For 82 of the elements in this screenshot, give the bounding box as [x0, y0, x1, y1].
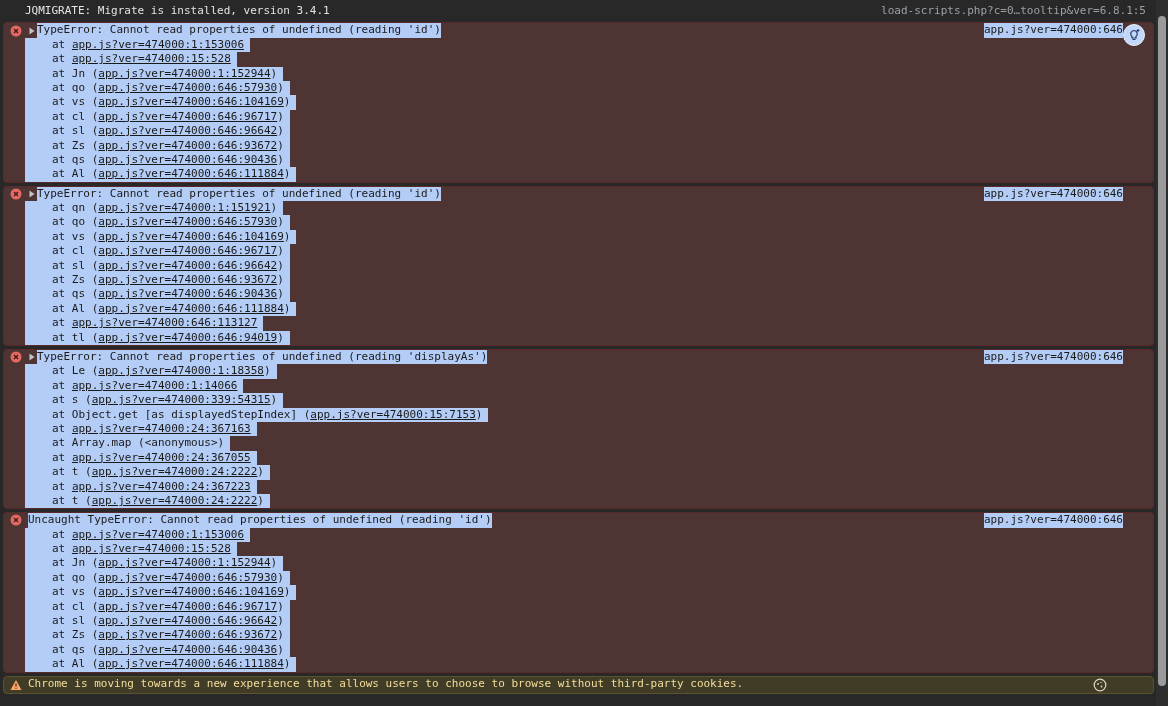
frame-link[interactable]: app.js?ver=474000:646:104169 — [98, 95, 284, 109]
source-link[interactable]: app.js?ver=474000:646 — [983, 513, 1123, 528]
frame-link[interactable]: app.js?ver=474000:15:528 — [71, 52, 231, 66]
frame-link[interactable]: app.js?ver=474000:24:2222 — [91, 493, 258, 507]
frame-link[interactable]: app.js?ver=474000:1:153006 — [71, 527, 245, 541]
frame-link[interactable]: app.js?ver=474000:646:90436 — [98, 642, 278, 656]
stack-frame: at Object.get [as displayedStepIndex] (app.js?ver=474000:15:7153) — [25, 407, 489, 422]
warning-icon — [10, 678, 22, 691]
frame-link[interactable]: app.js?ver=474000:646:111884 — [98, 301, 284, 315]
cookie-icon[interactable] — [1093, 677, 1107, 692]
stack-frame: at Al (app.js?ver=474000:646:111884) — [25, 657, 297, 672]
frame-link[interactable]: app.js?ver=474000:1:151921 — [98, 201, 271, 215]
frame-link[interactable]: app.js?ver=474000:646:93672 — [98, 138, 278, 152]
expand-triangle-icon[interactable] — [28, 26, 36, 35]
frame-link[interactable]: app.js?ver=474000:646:104169 — [98, 229, 284, 243]
stack-frame: at Al (app.js?ver=474000:646:111884) — [25, 167, 297, 182]
frame-link[interactable]: app.js?ver=474000:646:96717 — [98, 599, 278, 613]
frame-link[interactable]: app.js?ver=474000:1:18358 — [98, 364, 264, 378]
source-link[interactable]: load-scripts.php?c=0…tooltip&ver=6.8.1:5 — [881, 4, 1146, 19]
stack-frame: at Array.map (<anonymous>) — [25, 436, 231, 451]
error-icon — [10, 514, 22, 527]
frame-link[interactable]: app.js?ver=474000:646:96717 — [98, 109, 278, 123]
stack-frame: at app.js?ver=474000:15:528 — [25, 542, 237, 557]
frame-link[interactable]: app.js?ver=474000:646:90436 — [98, 287, 278, 301]
stack-frame: at sl (app.js?ver=474000:646:96642) — [25, 124, 290, 139]
stack-frame: at Zs (app.js?ver=474000:646:93672) — [25, 628, 290, 643]
frame-link[interactable]: app.js?ver=474000:1:153006 — [71, 37, 245, 51]
message-text: TypeError: Cannot read properties of undefined (reading 'displayAs') — [37, 350, 488, 365]
frame-link[interactable]: app.js?ver=474000:646:96717 — [98, 244, 278, 258]
frame-link[interactable]: app.js?ver=474000:646:57930 — [98, 80, 278, 94]
frame-link[interactable]: app.js?ver=474000:646:96642 — [98, 258, 278, 272]
message-text: Chrome is moving towards a new experience that allows users to choose to browse without third-party cookies. — [28, 677, 744, 692]
stack-frame: at Zs (app.js?ver=474000:646:93672) — [25, 273, 290, 288]
frame-link[interactable]: app.js?ver=474000:646:93672 — [98, 628, 278, 642]
source-link[interactable]: app.js?ver=474000:646 — [983, 186, 1123, 202]
message-text: TypeError: Cannot read properties of undefined (reading 'id') — [37, 186, 441, 202]
stack-frame: at qo (app.js?ver=474000:646:57930) — [25, 215, 290, 230]
source-link[interactable]: app.js?ver=474000:646 — [983, 350, 1123, 365]
scrollbar[interactable] — [1156, 0, 1168, 706]
message-text: TypeError: Cannot read properties of undefined (reading 'id') — [37, 23, 441, 38]
frame-link[interactable]: app.js?ver=474000:646:90436 — [98, 152, 278, 166]
stack-frame: at vs (app.js?ver=474000:646:104169) — [25, 95, 297, 110]
error-icon — [10, 187, 22, 200]
frame-link[interactable]: app.js?ver=474000:646:111884 — [98, 167, 284, 181]
frame-link[interactable]: app.js?ver=474000:15:528 — [71, 542, 231, 556]
frame-link[interactable]: app.js?ver=474000:646:96642 — [98, 124, 278, 138]
frame-link[interactable]: app.js?ver=474000:24:367055 — [71, 450, 251, 464]
stack-frame: at s (app.js?ver=474000:339:54315) — [25, 393, 284, 408]
frame-link[interactable]: app.js?ver=474000:24:367223 — [71, 479, 251, 493]
frame-link[interactable]: app.js?ver=474000:1:14066 — [71, 378, 238, 392]
frame-link[interactable]: app.js?ver=474000:646:111884 — [98, 657, 284, 671]
frame-link[interactable]: app.js?ver=474000:24:2222 — [91, 465, 258, 479]
stack-frame: at Le (app.js?ver=474000:1:18358) — [25, 364, 277, 379]
frame-link[interactable]: app.js?ver=474000:646:113127 — [71, 316, 258, 330]
frame-link[interactable]: app.js?ver=474000:1:152944 — [98, 66, 271, 80]
frame-link[interactable]: app.js?ver=474000:1:152944 — [98, 556, 271, 570]
frame-link[interactable]: app.js?ver=474000:646:57930 — [98, 215, 278, 229]
stack-frame: at sl (app.js?ver=474000:646:96642) — [25, 614, 290, 629]
frame-link[interactable]: app.js?ver=474000:646:93672 — [98, 273, 278, 287]
frame-link[interactable]: app.js?ver=474000:339:54315 — [91, 393, 271, 407]
error-icon — [10, 24, 22, 37]
message-text: Uncaught TypeError: Cannot read properties of undefined (reading 'id') — [28, 513, 492, 528]
stack-frame: at qs (app.js?ver=474000:646:90436) — [25, 287, 290, 302]
stack-frame: at qn (app.js?ver=474000:1:151921) — [25, 201, 284, 216]
frame-link[interactable]: app.js?ver=474000:24:367163 — [71, 421, 251, 435]
frame-link[interactable]: app.js?ver=474000:646:96642 — [98, 614, 278, 628]
frame-link[interactable]: app.js?ver=474000:646:57930 — [98, 570, 278, 584]
error-icon — [10, 351, 22, 364]
stack-frame: at t (app.js?ver=474000:24:2222) — [25, 465, 270, 480]
stack-frame: at app.js?ver=474000:646:113127 — [25, 316, 264, 331]
log-message: JQMIGRATE: Migrate is installed, version 3.4.1 — [25, 4, 330, 19]
frame-link[interactable]: app.js?ver=474000:646:94019 — [98, 330, 278, 344]
stack-frame: at Jn (app.js?ver=474000:1:152944) — [25, 556, 284, 571]
stack-frame: at vs (app.js?ver=474000:646:104169) — [25, 585, 297, 600]
stack-frame: at app.js?ver=474000:15:528 — [25, 52, 237, 67]
lightbulb-icon[interactable] — [1123, 24, 1145, 47]
expand-triangle-icon[interactable] — [28, 353, 36, 362]
frame-link[interactable]: app.js?ver=474000:646:104169 — [98, 585, 284, 599]
stack-frame: at cl (app.js?ver=474000:646:96717) — [25, 244, 290, 259]
expand-triangle-icon[interactable] — [28, 189, 36, 198]
frame-link[interactable]: app.js?ver=474000:15:7153 — [310, 407, 476, 421]
source-link[interactable]: app.js?ver=474000:646 — [983, 23, 1123, 38]
